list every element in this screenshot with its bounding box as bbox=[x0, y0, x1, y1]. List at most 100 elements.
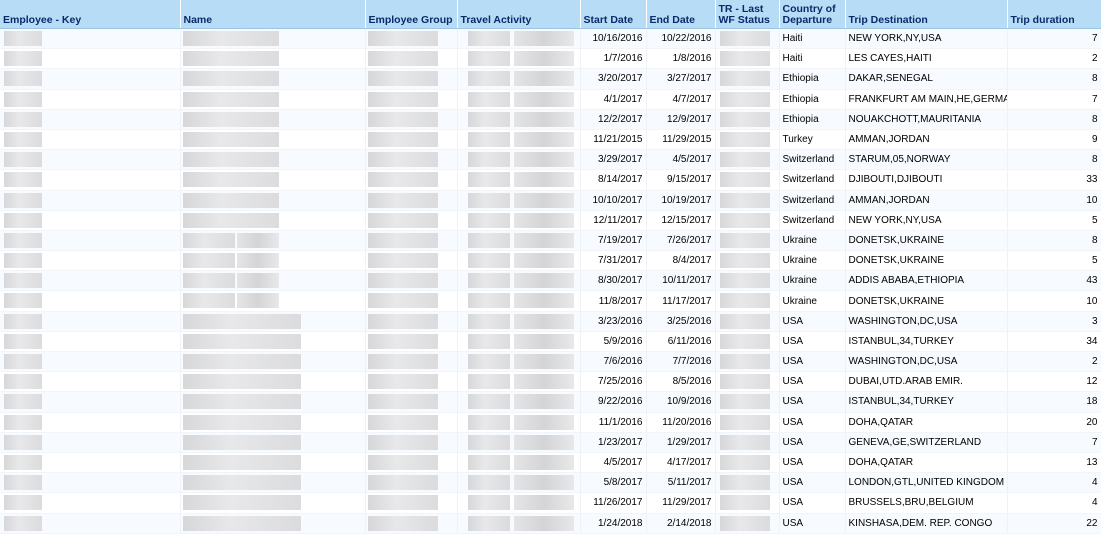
table-row[interactable]: 10/16/2016 10/22/2016 Haiti NEW YORK,NY,USA… bbox=[0, 28, 1101, 50]
trip-destination-cell[interactable]: LES CAYES,HAITI bbox=[845, 48, 1008, 70]
end-date-cell[interactable]: 11/29/2017 bbox=[646, 492, 716, 514]
trip-destination-cell[interactable]: DOHA,QATAR bbox=[845, 452, 1008, 474]
trip-duration-cell[interactable]: 7 bbox=[1007, 89, 1101, 110]
name-cell[interactable] bbox=[180, 89, 366, 110]
end-date-cell[interactable]: 5/11/2017 bbox=[646, 472, 716, 494]
end-date-cell[interactable]: 10/22/2016 bbox=[646, 28, 716, 50]
travel-activity-cell[interactable] bbox=[457, 331, 581, 353]
employee-group-cell[interactable] bbox=[365, 149, 458, 171]
employee-key-cell[interactable] bbox=[0, 48, 181, 70]
end-date-cell[interactable]: 7/26/2017 bbox=[646, 230, 716, 252]
end-date-cell[interactable]: 11/17/2017 bbox=[646, 290, 716, 312]
wf-status-cell[interactable] bbox=[715, 391, 780, 413]
table-row[interactable]: 7/19/2017 7/26/2017 Ukraine DONETSK,UKRAINE… bbox=[0, 230, 1101, 252]
wf-status-cell[interactable] bbox=[715, 270, 780, 292]
name-cell[interactable] bbox=[180, 250, 366, 272]
employee-key-cell[interactable] bbox=[0, 109, 181, 130]
trip-destination-cell[interactable]: WASHINGTON,DC,USA bbox=[845, 311, 1008, 332]
wf-status-cell[interactable] bbox=[715, 432, 780, 453]
travel-activity-cell[interactable] bbox=[457, 290, 581, 312]
wf-status-cell[interactable] bbox=[715, 412, 780, 433]
end-date-cell[interactable]: 3/25/2016 bbox=[646, 311, 716, 332]
table-row[interactable]: 3/23/2016 3/25/2016 USA WASHINGTON,DC,USA 3 bbox=[0, 311, 1101, 332]
name-cell[interactable] bbox=[180, 351, 366, 373]
start-date-cell[interactable]: 12/2/2017 bbox=[580, 109, 647, 130]
table-row[interactable]: 10/10/2017 10/19/2017 Switzerland AMMAN,JOR… bbox=[0, 190, 1101, 211]
employee-key-cell[interactable] bbox=[0, 311, 181, 332]
employee-key-cell[interactable] bbox=[0, 391, 181, 413]
header-trip-destination[interactable]: Trip Destination bbox=[845, 0, 1008, 29]
header-wf-status[interactable]: TR - Last WF Status bbox=[715, 0, 780, 29]
wf-status-cell[interactable] bbox=[715, 210, 780, 231]
wf-status-cell[interactable] bbox=[715, 311, 780, 332]
wf-status-cell[interactable] bbox=[715, 513, 780, 534]
employee-group-cell[interactable] bbox=[365, 48, 458, 70]
country-cell[interactable]: Switzerland bbox=[779, 169, 846, 191]
travel-activity-cell[interactable] bbox=[457, 432, 581, 453]
trip-destination-cell[interactable]: DJIBOUTI,DJIBOUTI bbox=[845, 169, 1008, 191]
country-cell[interactable]: USA bbox=[779, 432, 846, 453]
name-cell[interactable] bbox=[180, 210, 366, 231]
country-cell[interactable]: USA bbox=[779, 492, 846, 514]
country-cell[interactable]: Turkey bbox=[779, 129, 846, 151]
employee-group-cell[interactable] bbox=[365, 169, 458, 191]
travel-activity-cell[interactable] bbox=[457, 351, 581, 373]
start-date-cell[interactable]: 7/6/2016 bbox=[580, 351, 647, 373]
end-date-cell[interactable]: 11/20/2016 bbox=[646, 412, 716, 433]
table-row[interactable]: 12/2/2017 12/9/2017 Ethiopia NOUAKCHOTT,MAU… bbox=[0, 109, 1101, 130]
employee-group-cell[interactable] bbox=[365, 190, 458, 211]
end-date-cell[interactable]: 9/15/2017 bbox=[646, 169, 716, 191]
wf-status-cell[interactable] bbox=[715, 149, 780, 171]
end-date-cell[interactable]: 3/27/2017 bbox=[646, 68, 716, 90]
travel-activity-cell[interactable] bbox=[457, 48, 581, 70]
trip-destination-cell[interactable]: ISTANBUL,34,TURKEY bbox=[845, 331, 1008, 353]
end-date-cell[interactable]: 10/11/2017 bbox=[646, 270, 716, 292]
trip-duration-cell[interactable]: 43 bbox=[1007, 270, 1101, 292]
country-cell[interactable]: Ukraine bbox=[779, 230, 846, 252]
trip-destination-cell[interactable]: NEW YORK,NY,USA bbox=[845, 210, 1008, 231]
trip-destination-cell[interactable]: DAKAR,SENEGAL bbox=[845, 68, 1008, 90]
travel-activity-cell[interactable] bbox=[457, 89, 581, 110]
end-date-cell[interactable]: 4/5/2017 bbox=[646, 149, 716, 171]
employee-key-cell[interactable] bbox=[0, 432, 181, 453]
trip-destination-cell[interactable]: AMMAN,JORDAN bbox=[845, 129, 1008, 151]
travel-activity-cell[interactable] bbox=[457, 371, 581, 393]
table-row[interactable]: 7/31/2017 8/4/2017 Ukraine DONETSK,UKRAINE 5 bbox=[0, 250, 1101, 272]
wf-status-cell[interactable] bbox=[715, 250, 780, 272]
trip-duration-cell[interactable]: 20 bbox=[1007, 412, 1101, 433]
trip-destination-cell[interactable]: LONDON,GTL,UNITED KINGDOM bbox=[845, 472, 1008, 494]
employee-key-cell[interactable] bbox=[0, 190, 181, 211]
travel-activity-cell[interactable] bbox=[457, 109, 581, 130]
header-employee-key[interactable]: Employee - Key bbox=[0, 0, 181, 29]
wf-status-cell[interactable] bbox=[715, 290, 780, 312]
employee-key-cell[interactable] bbox=[0, 371, 181, 393]
name-cell[interactable] bbox=[180, 149, 366, 171]
employee-group-cell[interactable] bbox=[365, 28, 458, 50]
employee-group-cell[interactable] bbox=[365, 432, 458, 453]
wf-status-cell[interactable] bbox=[715, 331, 780, 353]
trip-duration-cell[interactable]: 10 bbox=[1007, 290, 1101, 312]
trip-duration-cell[interactable]: 33 bbox=[1007, 169, 1101, 191]
travel-activity-cell[interactable] bbox=[457, 190, 581, 211]
country-cell[interactable]: Ethiopia bbox=[779, 109, 846, 130]
start-date-cell[interactable]: 7/25/2016 bbox=[580, 371, 647, 393]
table-row[interactable]: 4/1/2017 4/7/2017 Ethiopia FRANKFURT AM MAI… bbox=[0, 89, 1101, 110]
country-cell[interactable]: USA bbox=[779, 351, 846, 373]
table-row[interactable]: 1/7/2016 1/8/2016 Haiti LES CAYES,HAITI 2 bbox=[0, 48, 1101, 70]
employee-group-cell[interactable] bbox=[365, 391, 458, 413]
trip-duration-cell[interactable]: 2 bbox=[1007, 48, 1101, 70]
header-end-date[interactable]: End Date bbox=[646, 0, 716, 29]
trip-duration-cell[interactable]: 7 bbox=[1007, 28, 1101, 50]
employee-key-cell[interactable] bbox=[0, 472, 181, 494]
employee-group-cell[interactable] bbox=[365, 109, 458, 130]
start-date-cell[interactable]: 11/8/2017 bbox=[580, 290, 647, 312]
wf-status-cell[interactable] bbox=[715, 351, 780, 373]
trip-destination-cell[interactable]: GENEVA,GE,SWITZERLAND bbox=[845, 432, 1008, 453]
employee-key-cell[interactable] bbox=[0, 351, 181, 373]
trip-duration-cell[interactable]: 7 bbox=[1007, 432, 1101, 453]
wf-status-cell[interactable] bbox=[715, 68, 780, 90]
trip-destination-cell[interactable]: ISTANBUL,34,TURKEY bbox=[845, 391, 1008, 413]
wf-status-cell[interactable] bbox=[715, 109, 780, 130]
employee-group-cell[interactable] bbox=[365, 129, 458, 151]
trip-destination-cell[interactable]: NEW YORK,NY,USA bbox=[845, 28, 1008, 50]
